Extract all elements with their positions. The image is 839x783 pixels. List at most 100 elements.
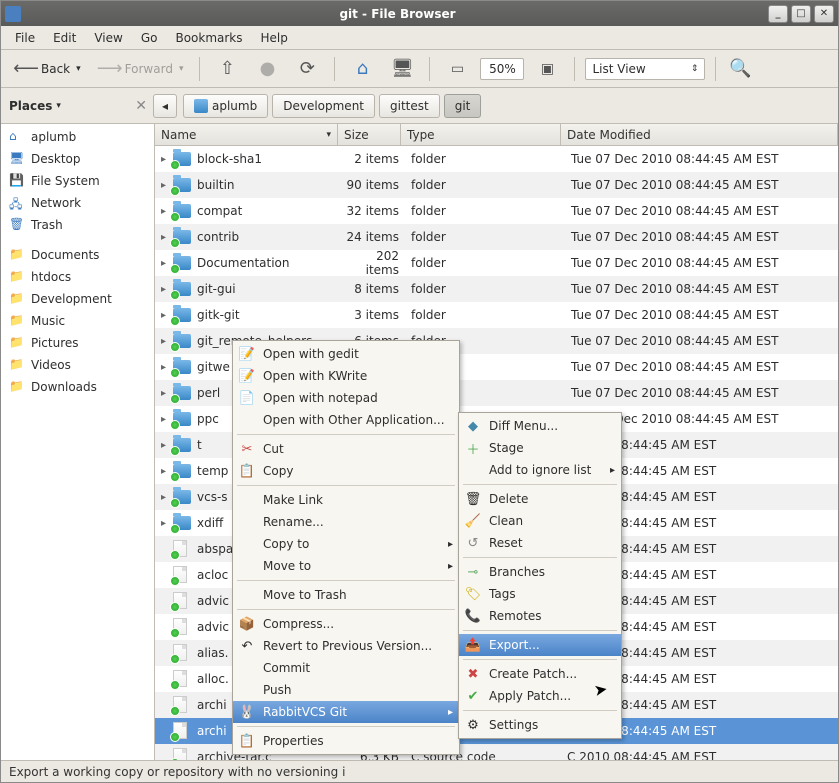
sidebar-item-network[interactable]: 🖧Network (1, 192, 154, 214)
menu-item-open-with-gedit[interactable]: 📝Open with gedit (233, 343, 459, 365)
up-button[interactable]: ⇧ (210, 54, 244, 84)
menu-item-compress[interactable]: 📦Compress... (233, 613, 459, 635)
menu-help[interactable]: Help (253, 28, 296, 48)
breadcrumb-gittest[interactable]: gittest (379, 94, 440, 118)
menu-item-diff-menu[interactable]: ◆Diff Menu... (459, 415, 621, 437)
menu-item-push[interactable]: Push (233, 679, 459, 701)
menu-item-move-to-trash[interactable]: Move to Trash (233, 584, 459, 606)
sort-down-icon: ▾ (326, 130, 331, 140)
menu-item-copy-to[interactable]: Copy to▸ (233, 533, 459, 555)
sidebar-item-videos[interactable]: 📁Videos (1, 354, 154, 376)
vcs-status-badge (170, 290, 180, 300)
reload-button[interactable]: ⟳ (290, 54, 324, 84)
menu-item-label: Apply Patch... (489, 689, 571, 703)
sidebar-item-development[interactable]: 📁Development (1, 288, 154, 310)
menu-item-open-with-notepad[interactable]: 📄Open with notepad (233, 387, 459, 409)
column-name[interactable]: Name▾ (155, 124, 338, 145)
file-row[interactable]: ▸builtin90 itemsfolderTue 07 Dec 2010 08… (155, 172, 838, 198)
sidebar-item-file-system[interactable]: 💾File System (1, 170, 154, 192)
close-button[interactable]: ✕ (814, 5, 834, 23)
chevron-down-icon: ▾ (179, 64, 184, 74)
sidebar-item-documents[interactable]: 📁Documents (1, 244, 154, 266)
sidebar-item-trash[interactable]: 🗑Trash (1, 214, 154, 236)
stop-button[interactable]: ● (250, 54, 284, 84)
folder-icon (173, 176, 193, 194)
menu-item-clean[interactable]: 🧹Clean (459, 510, 621, 532)
folder-icon (173, 228, 193, 246)
menu-item-make-link[interactable]: Make Link (233, 489, 459, 511)
menu-item-rabbitvcs-git[interactable]: 🐰RabbitVCS Git▸ (233, 701, 459, 723)
breadcrumb-aplumb[interactable]: aplumb (183, 94, 268, 118)
sidebar-item-music[interactable]: 📁Music (1, 310, 154, 332)
zoom-out-button[interactable]: ▭ (440, 54, 474, 84)
zoom-out-icon: ▭ (446, 58, 468, 80)
menu-item-settings[interactable]: ⚙Settings (459, 714, 621, 736)
menu-item-open-with-kwrite[interactable]: 📝Open with KWrite (233, 365, 459, 387)
places-close-button[interactable]: ✕ (135, 98, 147, 114)
menu-item-icon (239, 536, 255, 552)
menu-item-remotes[interactable]: 📞Remotes (459, 605, 621, 627)
menu-item-export[interactable]: 📤Export... (459, 634, 621, 656)
file-row[interactable]: ▸Documentation202 itemsfolderTue 07 Dec … (155, 250, 838, 276)
sidebar-item-downloads[interactable]: 📁Downloads (1, 376, 154, 398)
menu-item-branches[interactable]: ⊸Branches (459, 561, 621, 583)
breadcrumb-git[interactable]: git (444, 94, 482, 118)
menu-item-reset[interactable]: ↺Reset (459, 532, 621, 554)
menu-item-properties[interactable]: 📋Properties (233, 730, 459, 752)
menu-item-copy[interactable]: 📋Copy (233, 460, 459, 482)
home-button[interactable]: ⌂ (345, 54, 379, 84)
menu-item-create-patch[interactable]: ✖Create Patch... (459, 663, 621, 685)
maximize-button[interactable]: □ (791, 5, 811, 23)
menu-item-rename[interactable]: Rename... (233, 511, 459, 533)
menu-item-move-to[interactable]: Move to▸ (233, 555, 459, 577)
file-row[interactable]: ▸contrib24 itemsfolderTue 07 Dec 2010 08… (155, 224, 838, 250)
menu-edit[interactable]: Edit (45, 28, 84, 48)
reload-icon: ⟳ (296, 58, 318, 80)
back-button[interactable]: ⟵ Back ▾ (9, 54, 87, 84)
menu-bookmarks[interactable]: Bookmarks (167, 28, 250, 48)
menu-item-tags[interactable]: 🏷Tags (459, 583, 621, 605)
menu-file[interactable]: File (7, 28, 43, 48)
menu-item-delete[interactable]: 🗑Delete (459, 488, 621, 510)
menu-item-cut[interactable]: ✂Cut (233, 438, 459, 460)
menu-view[interactable]: View (86, 28, 130, 48)
file-row[interactable]: ▸git-gui8 itemsfolderTue 07 Dec 2010 08:… (155, 276, 838, 302)
file-name: Documentation (197, 256, 344, 270)
menu-item-revert-to-previous-version[interactable]: ↶Revert to Previous Version... (233, 635, 459, 657)
menu-item-open-with-other-application[interactable]: Open with Other Application... (233, 409, 459, 431)
context-submenu-rabbitvcs[interactable]: ◆Diff Menu...＋StageAdd to ignore list▸ 🗑D… (458, 412, 622, 739)
forward-button[interactable]: ⟶ Forward ▾ (93, 54, 190, 84)
file-row[interactable]: ▸compat32 itemsfolderTue 07 Dec 2010 08:… (155, 198, 838, 224)
zoom-in-button[interactable]: ▣ (530, 54, 564, 84)
folder-icon (173, 306, 193, 324)
titlebar[interactable]: git - File Browser _ □ ✕ (1, 1, 838, 26)
places-toggle[interactable]: Places▾ (9, 99, 61, 113)
menu-item-apply-patch[interactable]: ✔Apply Patch... (459, 685, 621, 707)
search-button[interactable]: 🔍 (726, 55, 754, 83)
column-size[interactable]: Size (338, 124, 401, 145)
minimize-button[interactable]: _ (768, 5, 788, 23)
menu-go[interactable]: Go (133, 28, 166, 48)
column-type[interactable]: Type (401, 124, 561, 145)
file-size: 8 items (344, 282, 407, 296)
sidebar-item-aplumb[interactable]: ⌂aplumb (1, 126, 154, 148)
file-name: gitk-git (197, 308, 344, 322)
menu-item-commit[interactable]: Commit (233, 657, 459, 679)
file-row[interactable]: ▸block-sha12 itemsfolderTue 07 Dec 2010 … (155, 146, 838, 172)
sidebar-item-pictures[interactable]: 📁Pictures (1, 332, 154, 354)
computer-button[interactable]: 🖥 (385, 54, 419, 84)
breadcrumb-development[interactable]: Development (272, 94, 375, 118)
vcs-status-badge (170, 472, 180, 482)
zoom-level: 50% (480, 58, 524, 80)
sidebar-item-htdocs[interactable]: 📁htdocs (1, 266, 154, 288)
menu-item-icon: 🧹 (465, 513, 481, 529)
context-menu[interactable]: 📝Open with gedit📝Open with KWrite📄Open w… (232, 340, 460, 755)
view-mode-select[interactable]: List View ⇕ (585, 58, 705, 80)
menu-item-add-to-ignore-list[interactable]: Add to ignore list▸ (459, 459, 621, 481)
column-date[interactable]: Date Modified (561, 124, 838, 145)
breadcrumb-back[interactable]: ◂ (153, 94, 177, 118)
folder-icon: 📁 (9, 247, 25, 263)
sidebar-item-desktop[interactable]: 🖥Desktop (1, 148, 154, 170)
file-row[interactable]: ▸gitk-git3 itemsfolderTue 07 Dec 2010 08… (155, 302, 838, 328)
menu-item-stage[interactable]: ＋Stage (459, 437, 621, 459)
